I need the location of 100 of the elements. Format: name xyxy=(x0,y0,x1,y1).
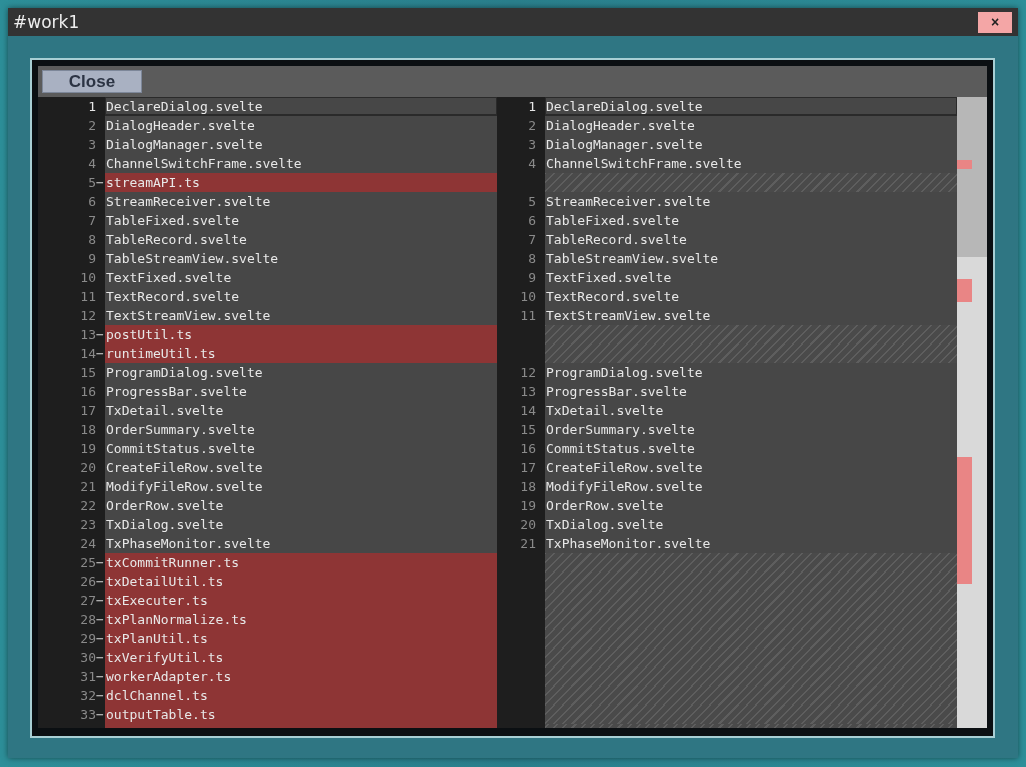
line-number: 11 xyxy=(80,288,96,306)
change-mark xyxy=(957,160,972,170)
line-number: 6 xyxy=(88,193,96,211)
code-text: ProgramDialog.svelte xyxy=(546,364,703,382)
line-number: 17 xyxy=(80,402,96,420)
close-button[interactable]: Close xyxy=(42,70,142,93)
line-number: 21 xyxy=(80,478,96,496)
line-number: 4 xyxy=(88,155,96,173)
line-number: 2 xyxy=(528,117,536,135)
line-number: 8 xyxy=(528,250,536,268)
code-text: CreateFileRow.svelte xyxy=(546,459,703,477)
code-text: TextRecord.svelte xyxy=(546,288,680,306)
scrollbar-thumb[interactable] xyxy=(957,97,987,257)
line-number: 30 xyxy=(80,649,96,667)
code-text: DialogHeader.svelte xyxy=(546,117,695,135)
code-text: TxDetail.svelte xyxy=(106,402,224,420)
code-text: TableRecord.svelte xyxy=(546,231,687,249)
line-number: 10 xyxy=(520,288,536,306)
line-number: 13 xyxy=(520,383,536,401)
line-number: 9 xyxy=(528,269,536,287)
line-number: 10 xyxy=(80,269,96,287)
code-text: TxDetail.svelte xyxy=(546,402,664,420)
code-text: TextFixed.svelte xyxy=(546,269,672,287)
code-text: TxPhaseMonitor.svelte xyxy=(106,535,271,553)
code-text: ChannelSwitchFrame.svelte xyxy=(106,155,302,173)
line-number: 21 xyxy=(520,535,536,553)
line-number: 1 xyxy=(528,98,536,116)
code-text: CommitStatus.svelte xyxy=(546,440,695,458)
line-number: 7 xyxy=(88,212,96,230)
line-number: 20 xyxy=(80,459,96,477)
line-number: 7 xyxy=(528,231,536,249)
line-number: 14 xyxy=(520,402,536,420)
change-mark xyxy=(957,278,972,303)
code-text: TableFixed.svelte xyxy=(106,212,240,230)
code-text: ProgressBar.svelte xyxy=(106,383,247,401)
removed-marker: − xyxy=(96,573,105,591)
code-text: TxDialog.svelte xyxy=(106,516,224,534)
code-text: workerAdapter.ts xyxy=(106,668,232,686)
code-text: txPlanNormalize.ts xyxy=(106,611,247,629)
code-text: dclChannel.ts xyxy=(106,687,208,705)
code-text: streamAPI.ts xyxy=(106,174,200,192)
line-number: 16 xyxy=(80,383,96,401)
code-text: TextRecord.svelte xyxy=(106,288,240,306)
code-text: TableRecord.svelte xyxy=(106,231,247,249)
line-number: 5 xyxy=(528,193,536,211)
code-text: CreateFileRow.svelte xyxy=(106,459,263,477)
line-number: 9 xyxy=(88,250,96,268)
line-number: 4 xyxy=(528,155,536,173)
line-number: 27 xyxy=(80,592,96,610)
code-text: TxDialog.svelte xyxy=(546,516,664,534)
code-text: txVerifyUtil.ts xyxy=(106,649,224,667)
code-text: TableStreamView.svelte xyxy=(546,250,719,268)
code-text: ModifyFileRow.svelte xyxy=(546,478,703,496)
code-text: DeclareDialog.svelte xyxy=(106,98,263,116)
code-text: TextStreamView.svelte xyxy=(106,307,271,325)
code-text: txDetailUtil.ts xyxy=(106,573,224,591)
line-number: 17 xyxy=(520,459,536,477)
line-number: 16 xyxy=(520,440,536,458)
removed-marker: − xyxy=(96,706,105,724)
code-text: txPlanUtil.ts xyxy=(106,630,208,648)
line-number: 13 xyxy=(80,326,96,344)
code-text: StreamReceiver.svelte xyxy=(106,193,271,211)
removed-marker: − xyxy=(96,668,105,686)
line-number: 25 xyxy=(80,554,96,572)
code-text: StreamReceiver.svelte xyxy=(546,193,711,211)
code-text: OrderRow.svelte xyxy=(546,497,664,515)
line-number: 24 xyxy=(80,535,96,553)
code-text: txCommitRunner.ts xyxy=(106,554,240,572)
line-number: 26 xyxy=(80,573,96,591)
code-text: txExecuter.ts xyxy=(106,592,208,610)
removed-marker: − xyxy=(96,687,105,705)
code-text: ProgressBar.svelte xyxy=(546,383,687,401)
line-number: 1 xyxy=(88,98,96,116)
line-number: 29 xyxy=(80,630,96,648)
line-number: 32 xyxy=(80,687,96,705)
line-number: 3 xyxy=(88,136,96,154)
removed-marker: − xyxy=(96,345,105,363)
line-number: 15 xyxy=(80,364,96,382)
code-text: DialogHeader.svelte xyxy=(106,117,255,135)
code-text: TableFixed.svelte xyxy=(546,212,680,230)
line-number: 18 xyxy=(520,478,536,496)
code-text: OrderSummary.svelte xyxy=(106,421,255,439)
line-number: 18 xyxy=(80,421,96,439)
line-number: 11 xyxy=(520,307,536,325)
line-number: 22 xyxy=(80,497,96,515)
close-button[interactable]: × xyxy=(978,11,1012,33)
line-number: 12 xyxy=(80,307,96,325)
code-text: CommitStatus.svelte xyxy=(106,440,255,458)
code-text: TableStreamView.svelte xyxy=(106,250,279,268)
code-text: ChannelSwitchFrame.svelte xyxy=(546,155,742,173)
line-number: 2 xyxy=(88,117,96,135)
line-number: 14 xyxy=(80,345,96,363)
code-text: postUtil.ts xyxy=(106,326,193,344)
window-title: #work1 xyxy=(13,12,80,32)
removed-marker: − xyxy=(96,554,105,572)
code-text: OrderRow.svelte xyxy=(106,497,224,515)
code-text: ModifyFileRow.svelte xyxy=(106,478,263,496)
line-number: 33 xyxy=(80,706,96,724)
code-text: DialogManager.svelte xyxy=(546,136,703,154)
line-number: 23 xyxy=(80,516,96,534)
